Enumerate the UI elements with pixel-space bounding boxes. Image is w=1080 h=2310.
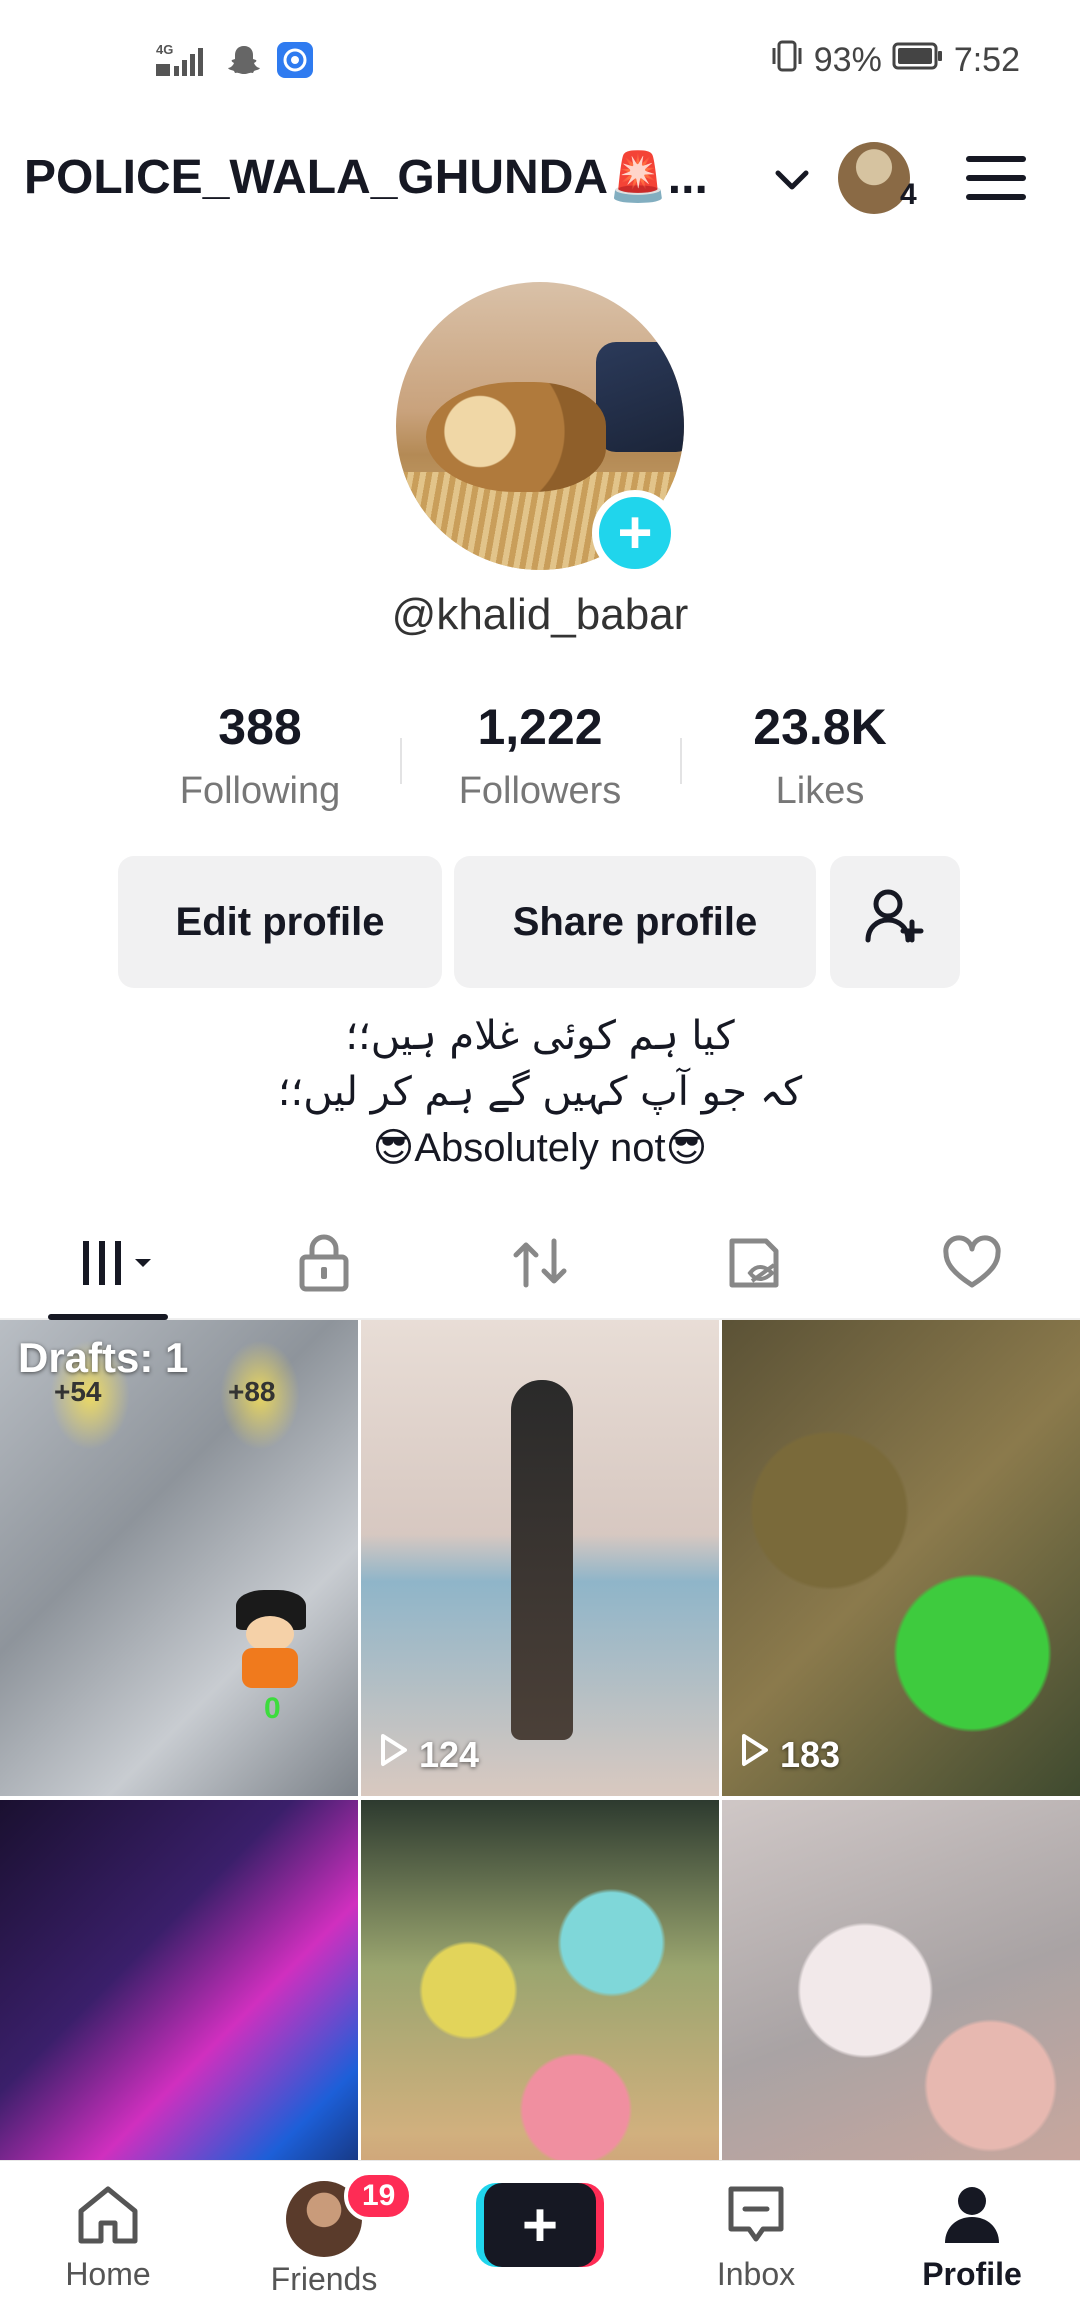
grid-icon — [73, 1233, 163, 1298]
home-icon — [73, 2186, 143, 2251]
stat-following[interactable]: 388 Following — [120, 698, 400, 813]
signal-icon: 4G — [156, 40, 212, 85]
nav-inbox[interactable]: Inbox — [676, 2181, 836, 2293]
video-tile[interactable]: 124 — [361, 1320, 719, 1796]
play-icon — [379, 1733, 409, 1776]
inbox-icon — [721, 2186, 791, 2251]
drafts-tile[interactable]: Drafts: 1 +54 +88 0 — [0, 1320, 358, 1796]
status-bar: 4G 93% 7:52 — [0, 0, 1080, 120]
profile-bio: کیا ہم کوئی غلام ہیں؛؛ کہ جو آپ کہیں گے … — [0, 1008, 1080, 1176]
clock: 7:52 — [953, 41, 1020, 79]
score-overlay: +54 — [54, 1376, 102, 1407]
tab-private[interactable] — [284, 1230, 364, 1300]
likes-label: Likes — [775, 770, 865, 812]
profile-handle: @khalid_babar — [391, 590, 689, 639]
stat-likes[interactable]: 23.8K Likes — [680, 698, 960, 813]
score-overlay: +88 — [228, 1376, 276, 1407]
nav-friends-label: Friends — [270, 2261, 378, 2297]
battery-percent: 93% — [813, 41, 882, 79]
account-name[interactable]: POLICE_WALA_GHUNDA🚨... — [24, 148, 724, 205]
nav-friends[interactable]: 19 Friends — [244, 2171, 414, 2298]
video-grid: Drafts: 1 +54 +88 0 124 183 — [0, 1320, 1080, 2160]
chevron-down-icon[interactable] — [770, 158, 814, 202]
plus-icon: + — [484, 2183, 596, 2267]
friends-badge: 19 — [344, 2171, 414, 2221]
view-count: 183 — [740, 1733, 840, 1776]
battery-icon — [892, 41, 944, 80]
character-sticker — [226, 1590, 314, 1690]
video-tile[interactable] — [361, 1800, 719, 2160]
profile-icon — [937, 2187, 1007, 2251]
stat-followers[interactable]: 1,222 Followers — [400, 698, 680, 813]
nav-profile-label: Profile — [922, 2256, 1022, 2292]
play-icon — [740, 1733, 770, 1776]
vibrate-icon — [770, 38, 804, 83]
lock-icon — [296, 1233, 352, 1298]
menu-icon[interactable] — [966, 156, 1026, 202]
view-count: 124 — [379, 1733, 479, 1776]
likes-count: 23.8K — [753, 699, 887, 755]
nav-profile[interactable]: Profile — [892, 2181, 1052, 2293]
tab-videos[interactable] — [68, 1230, 168, 1300]
bio-line-1: کیا ہم کوئی غلام ہیں؛؛ — [345, 1013, 735, 1059]
eye-off-icon — [724, 1233, 788, 1298]
svg-text:4G: 4G — [156, 42, 173, 57]
app-notification-icon — [276, 41, 314, 84]
video-tile[interactable]: 183 — [722, 1320, 1080, 1796]
bottom-navigation: Home 19 Friends + Inbox Profile — [0, 2160, 1080, 2310]
tab-hidden[interactable] — [716, 1230, 796, 1300]
following-count: 388 — [218, 699, 302, 755]
add-friends-button[interactable] — [830, 856, 960, 988]
score-overlay: 0 — [264, 1692, 281, 1725]
account-count: 4 — [900, 178, 917, 211]
tab-liked[interactable] — [932, 1230, 1012, 1300]
content-tabs — [0, 1210, 1080, 1320]
nav-home-label: Home — [65, 2256, 151, 2292]
create-button[interactable]: + — [476, 2183, 604, 2267]
share-profile-button[interactable]: Share profile — [454, 856, 816, 988]
followers-count: 1,222 — [477, 699, 603, 755]
profile-header: POLICE_WALA_GHUNDA🚨... 4 — [0, 130, 1080, 230]
add-user-icon — [860, 882, 930, 962]
nav-inbox-label: Inbox — [716, 2256, 796, 2292]
following-label: Following — [179, 770, 341, 812]
video-tile[interactable] — [722, 1800, 1080, 2160]
video-tile[interactable] — [0, 1800, 358, 2160]
snapchat-icon — [226, 42, 262, 83]
drafts-count: Drafts: 1 — [18, 1334, 189, 1381]
bio-line-3: 😎Absolutely not😎 — [372, 1126, 708, 1170]
edit-profile-button[interactable]: Edit profile — [118, 856, 442, 988]
tab-reposts[interactable] — [500, 1230, 580, 1300]
heart-icon — [940, 1233, 1004, 1298]
bio-line-2: کہ جو آپ کہیں گے ہم کر لیں؛؛ — [277, 1069, 803, 1115]
nav-home[interactable]: Home — [28, 2181, 188, 2293]
followers-label: Followers — [458, 770, 622, 812]
profile-stats: 388 Following 1,222 Followers 23.8K Like… — [120, 698, 960, 818]
add-story-button[interactable]: + — [592, 490, 678, 576]
repost-icon — [508, 1233, 572, 1298]
